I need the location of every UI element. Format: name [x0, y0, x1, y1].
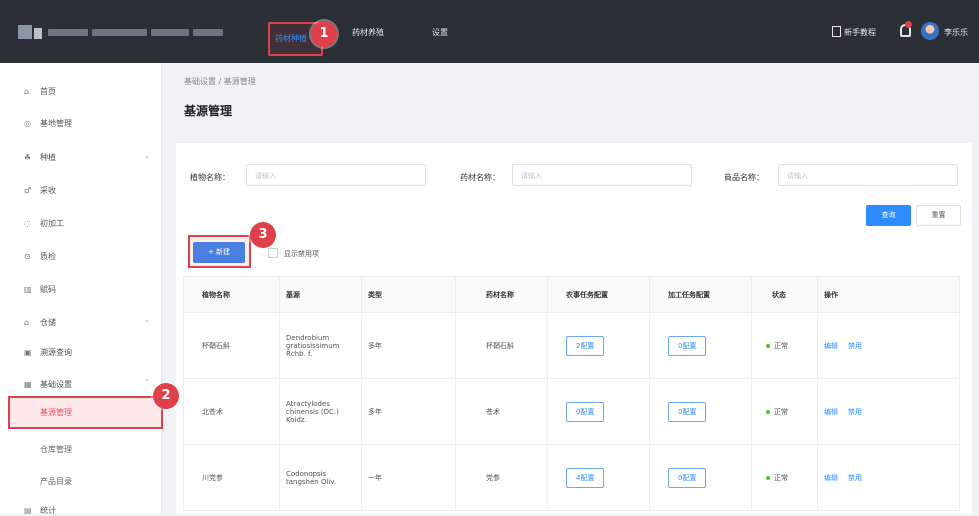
search-button[interactable]: 查询: [866, 205, 911, 226]
tutorial-link[interactable]: 新手教程: [844, 27, 876, 38]
process-task-config-button[interactable]: 0配置: [668, 335, 707, 356]
breadcrumb: 基础设置 / 基源管理: [184, 77, 256, 86]
cell-type: 多年: [361, 312, 456, 379]
callout-badge-1: 1: [311, 21, 337, 47]
show-disabled-checkbox[interactable]: [268, 248, 278, 258]
status-badge: 正常: [774, 473, 788, 482]
cell-herb: 党参: [455, 444, 548, 511]
product-name-label: 商品名称：: [724, 173, 764, 182]
sidebar-item-basic-settings[interactable]: ▦ 基础设置: [24, 379, 72, 390]
search-icon: ▣: [24, 348, 32, 357]
chevron-up-icon: ⌃: [144, 378, 150, 386]
farm-task-config-button[interactable]: 2配置: [566, 335, 605, 356]
barcode-icon: ▥: [24, 285, 32, 294]
table-row: 川党参 Codonopsis tangshen Oliv. 一年 党参 4配置 …: [183, 444, 960, 511]
cell-source: Codonopsis tangshen Oliv.: [279, 444, 362, 511]
nav-tab-herb-breeding[interactable]: 药材养殖: [352, 27, 384, 38]
app-logo: [18, 25, 228, 41]
sidebar-item-base[interactable]: ◎ 基地管理: [24, 118, 72, 129]
farm-task-config-button[interactable]: 4配置: [566, 467, 605, 488]
disable-link[interactable]: 禁用: [848, 408, 862, 416]
column-header: 加工任务配置: [649, 276, 752, 313]
avatar[interactable]: [921, 22, 939, 40]
disable-link[interactable]: 禁用: [848, 342, 862, 350]
sidebar-item-label: 基源管理: [40, 408, 72, 417]
sidebar-item-planting[interactable]: ☘ 种植: [24, 152, 56, 163]
process-task-config-button[interactable]: 0配置: [668, 467, 707, 488]
table-row: 杯鞘石斛 Dendrobium gratiosissimum Rchb. f. …: [183, 312, 960, 379]
location-icon: ◎: [24, 119, 31, 128]
cell-source: Dendrobium gratiosissimum Rchb. f.: [279, 312, 362, 379]
product-name-input[interactable]: 请输入: [778, 164, 958, 186]
status-badge: 正常: [774, 407, 788, 416]
cell-herb: 杯鞘石斛: [455, 312, 548, 379]
sidebar-item-storage[interactable]: ⌂ 仓储: [24, 317, 56, 328]
status-dot: [766, 475, 770, 480]
plant-name-input[interactable]: 请输入: [246, 164, 426, 186]
warehouse-icon: ⌂: [24, 318, 30, 327]
sidebar-item-quality[interactable]: ⊙ 质检: [24, 251, 56, 262]
sidebar-item-trace[interactable]: ▣ 溯源查询: [24, 347, 72, 358]
show-disabled-label: 显示禁用项: [284, 250, 319, 258]
add-button[interactable]: + 新建: [193, 242, 245, 263]
sidebar-item-coding[interactable]: ▥ 赋码: [24, 284, 56, 295]
plant-name-label: 植物名称：: [190, 173, 230, 182]
reset-button[interactable]: 重置: [916, 205, 961, 226]
sidebar-item-statistics[interactable]: ▤ 统计: [24, 505, 56, 516]
herb-name-input[interactable]: 请输入: [512, 164, 692, 186]
column-header: 植物名称: [183, 276, 280, 313]
harvest-icon: ♂: [24, 186, 32, 195]
source-table: 植物名称 基源 类型 药材名称 农事任务配置 加工任务配置 状态 操作 杯鞘石斛…: [183, 276, 960, 511]
plant-icon: ☘: [24, 153, 32, 162]
user-name[interactable]: 李乐乐: [944, 27, 968, 38]
nav-tab-settings[interactable]: 设置: [432, 27, 448, 38]
herb-name-label: 药材名称：: [460, 173, 500, 182]
callout-badge-3: 3: [250, 222, 276, 248]
check-icon: ⊙: [24, 252, 31, 261]
edit-link[interactable]: 编辑: [824, 342, 838, 350]
sidebar-item-product-catalog[interactable]: 产品目录: [40, 476, 72, 487]
table-row: 北苍术 Atractylodes chinensis (DC.) Koidz. …: [183, 378, 960, 445]
home-icon: ⌂: [24, 87, 30, 96]
callout-badge-2: 2: [153, 383, 179, 409]
cell-plant: 杯鞘石斛: [183, 312, 280, 379]
cell-source: Atractylodes chinensis (DC.) Koidz.: [279, 378, 362, 445]
chevron-down-icon: ⌄: [144, 152, 150, 160]
column-header: 类型: [361, 276, 456, 313]
sidebar-item-processing[interactable]: ◌ 初加工: [24, 218, 64, 229]
sidebar-item-home[interactable]: ⌂ 首页: [24, 86, 56, 97]
notification-dot: [905, 21, 912, 28]
cell-herb: 苍术: [455, 378, 548, 445]
cell-plant: 川党参: [183, 444, 280, 511]
column-header: 状态: [751, 276, 818, 313]
cell-type: 一年: [361, 444, 456, 511]
column-header: 操作: [817, 276, 960, 313]
column-header: 药材名称: [455, 276, 548, 313]
sidebar-item-harvest[interactable]: ♂ 采收: [24, 185, 56, 196]
process-icon: ◌: [24, 219, 31, 228]
cell-plant: 北苍术: [183, 378, 280, 445]
process-task-config-button[interactable]: 0配置: [668, 401, 707, 422]
top-navigation-bar: 药材种植 药材养殖 设置 新手教程 李乐乐: [0, 0, 979, 63]
table-header-row: 植物名称 基源 类型 药材名称 农事任务配置 加工任务配置 状态 操作: [183, 276, 960, 313]
settings-icon: ▦: [24, 380, 32, 389]
page-title: 基源管理: [184, 104, 233, 118]
cell-type: 多年: [361, 378, 456, 445]
edit-link[interactable]: 编辑: [824, 408, 838, 416]
nav-tab-label: 药材种植: [275, 34, 307, 43]
disable-link[interactable]: 禁用: [848, 474, 862, 482]
column-header: 基源: [279, 276, 362, 313]
status-dot: [766, 409, 770, 414]
farm-task-config-button[interactable]: 0配置: [566, 401, 605, 422]
chevron-down-icon: ⌄: [144, 316, 150, 324]
edit-link[interactable]: 编辑: [824, 474, 838, 482]
sidebar-item-source-management[interactable]: 基源管理: [8, 396, 163, 429]
status-badge: 正常: [774, 341, 788, 350]
column-header: 农事任务配置: [547, 276, 650, 313]
sidebar-item-warehouse[interactable]: 仓库管理: [40, 444, 72, 455]
status-dot: [766, 343, 770, 348]
document-icon[interactable]: [832, 26, 841, 37]
